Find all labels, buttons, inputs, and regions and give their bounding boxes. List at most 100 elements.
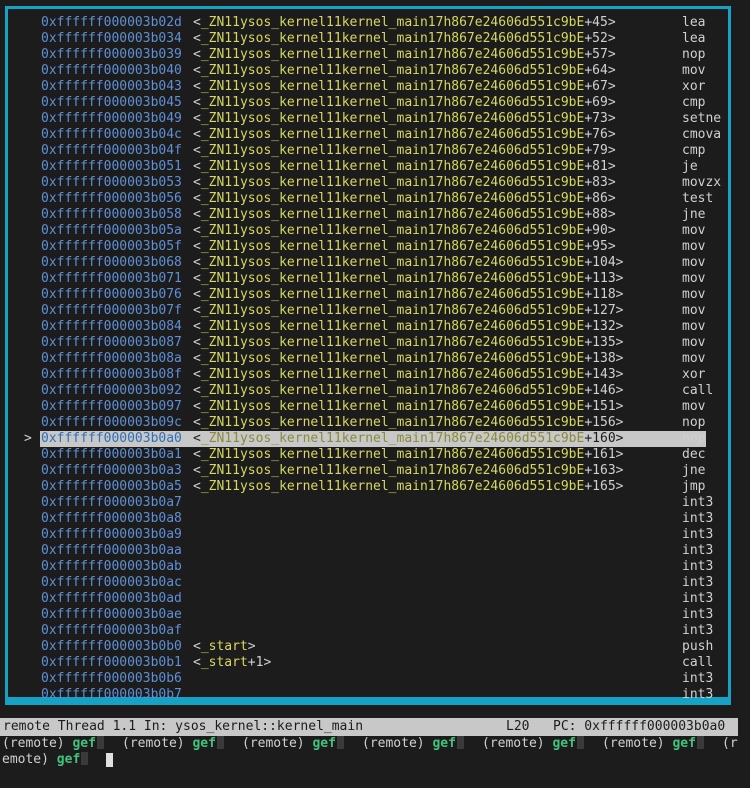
asm-line[interactable]: 0xffffff000003b097 <_ZN11ysos_kernel11ker… (0, 399, 750, 415)
asm-line[interactable]: 0xffffff000003b0ad int3 (0, 591, 750, 607)
asm-mnemonic: int3 (682, 575, 714, 590)
asm-symbol-offset: +104 (584, 255, 616, 270)
asm-line[interactable]: 0xffffff000003b056 <_ZN11ysos_kernel11ker… (0, 191, 750, 207)
asm-symbol: <_start+1> (193, 655, 272, 670)
asm-line[interactable]: 0xffffff000003b02d <_ZN11ysos_kernel11ker… (0, 15, 750, 31)
asm-mnemonic: int3 (682, 495, 714, 510)
asm-line[interactable]: 0xffffff000003b05a <_ZN11ysos_kernel11ker… (0, 223, 750, 239)
asm-symbol-name: _ZN11ysos_kernel11kernel_main17h867e2460… (200, 111, 585, 126)
asm-symbol: <_ZN11ysos_kernel11kernel_main17h867e246… (193, 111, 616, 126)
asm-line[interactable]: 0xffffff000003b0b6 int3 (0, 671, 750, 687)
asm-symbol-name: _start (200, 639, 248, 654)
asm-address: 0xffffff000003b053 (41, 175, 182, 190)
asm-symbol-offset: +135 (584, 335, 616, 350)
asm-line[interactable]: 0xffffff000003b0a1 <_ZN11ysos_kernel11ker… (0, 447, 750, 463)
asm-line[interactable]: 0xffffff000003b0b0 <_start> push (0, 639, 750, 655)
gef-prompt-name: gef (56, 752, 81, 767)
asm-symbol: <_ZN11ysos_kernel11kernel_main17h867e246… (193, 191, 616, 206)
asm-symbol-offset: +83 (584, 175, 608, 190)
command-line-row[interactable]: emote) gef (2, 752, 750, 768)
asm-line[interactable]: 0xffffff000003b05f <_ZN11ysos_kernel11ker… (0, 239, 750, 255)
gef-prompt: (remote) gef (2, 736, 104, 752)
asm-address: 0xffffff000003b039 (41, 47, 182, 62)
asm-line[interactable]: 0xffffff000003b0a7 int3 (0, 495, 750, 511)
asm-symbol-name: _ZN11ysos_kernel11kernel_main17h867e2460… (200, 159, 585, 174)
asm-line[interactable]: 0xffffff000003b053 <_ZN11ysos_kernel11ker… (0, 175, 750, 191)
gef-prompt-prefix: (remote) (482, 736, 553, 751)
asm-line[interactable]: 0xffffff000003b049 <_ZN11ysos_kernel11ker… (0, 111, 750, 127)
asm-line[interactable]: 0xffffff000003b071 <_ZN11ysos_kernel11ker… (0, 271, 750, 287)
asm-symbol-offset: +73 (584, 111, 608, 126)
asm-address: 0xffffff000003b092 (41, 383, 182, 398)
command-area[interactable]: (remote) gef (remote) gef (remote) gef (rem… (0, 736, 750, 788)
asm-line[interactable]: 0xffffff000003b08a <_ZN11ysos_kernel11ker… (0, 351, 750, 367)
asm-line[interactable]: 0xffffff000003b08f <_ZN11ysos_kernel11ker… (0, 367, 750, 383)
asm-line[interactable]: 0xffffff000003b0a9 int3 (0, 527, 750, 543)
asm-address: 0xffffff000003b076 (41, 287, 182, 302)
asm-line[interactable]: 0xffffff000003b0aa int3 (0, 543, 750, 559)
asm-line[interactable]: 0xffffff000003b0ab int3 (0, 559, 750, 575)
asm-line[interactable]: 0xffffff000003b0ac int3 (0, 575, 750, 591)
asm-mnemonic: cmova (682, 127, 722, 142)
asm-symbol-name: _ZN11ysos_kernel11kernel_main17h867e2460… (200, 207, 585, 222)
asm-line[interactable]: 0xffffff000003b07f <_ZN11ysos_kernel11ker… (0, 303, 750, 319)
asm-symbol-name: _ZN11ysos_kernel11kernel_main17h867e2460… (200, 479, 585, 494)
asm-lines[interactable]: 0xffffff000003b02d <_ZN11ysos_kernel11ker… (0, 15, 750, 703)
asm-line[interactable]: 0xffffff000003b0ae int3 (0, 607, 750, 623)
asm-mnemonic: je (682, 159, 698, 174)
asm-line[interactable]: 0xffffff000003b0b1 <_start+1> call (0, 655, 750, 671)
asm-line[interactable]: 0xffffff000003b084 <_ZN11ysos_kernel11ker… (0, 319, 750, 335)
asm-symbol: <_start> (193, 639, 256, 654)
asm-symbol: <_ZN11ysos_kernel11kernel_main17h867e246… (193, 303, 624, 318)
gef-prompt-name: gef (552, 736, 576, 751)
asm-line[interactable]: 0xffffff000003b0af int3 (0, 623, 750, 639)
asm-mnemonic: mov (682, 399, 706, 414)
gef-prompt-prefix: (remote) (2, 736, 73, 751)
asm-line[interactable]: 0xffffff000003b039 <_ZN11ysos_kernel11ker… (0, 47, 750, 63)
asm-line[interactable]: 0xffffff000003b0a3 <_ZN11ysos_kernel11ker… (0, 463, 750, 479)
asm-address: 0xffffff000003b07f (41, 303, 182, 318)
asm-line[interactable]: 0xffffff000003b068 <_ZN11ysos_kernel11ker… (0, 255, 750, 271)
asm-symbol-offset: +165 (584, 479, 616, 494)
asm-line[interactable]: 0xffffff000003b058 <_ZN11ysos_kernel11ker… (0, 207, 750, 223)
asm-symbol-name: _ZN11ysos_kernel11kernel_main17h867e2460… (200, 351, 585, 366)
asm-line[interactable]: 0xffffff000003b0a5 <_ZN11ysos_kernel11ker… (0, 479, 750, 495)
asm-address: 0xffffff000003b071 (41, 271, 182, 286)
asm-symbol-name: _ZN11ysos_kernel11kernel_main17h867e2460… (200, 15, 585, 30)
asm-symbol-name: _ZN11ysos_kernel11kernel_main17h867e2460… (200, 447, 585, 462)
asm-line[interactable]: 0xffffff000003b045 <_ZN11ysos_kernel11ker… (0, 95, 750, 111)
text-cursor[interactable] (106, 753, 113, 767)
asm-address: 0xffffff000003b056 (41, 191, 182, 206)
asm-line-current[interactable]: >0xffffff000003b0a0 <_ZN11ysos_kernel11ke… (0, 431, 750, 447)
asm-line[interactable]: 0xffffff000003b04f <_ZN11ysos_kernel11ker… (0, 143, 750, 159)
asm-address: 0xffffff000003b0a5 (41, 479, 182, 494)
asm-address: 0xffffff000003b0a8 (41, 511, 182, 526)
asm-symbol: <_ZN11ysos_kernel11kernel_main17h867e246… (193, 463, 624, 478)
asm-line[interactable]: 0xffffff000003b034 <_ZN11ysos_kernel11ker… (0, 31, 750, 47)
asm-symbol: <_ZN11ysos_kernel11kernel_main17h867e246… (193, 431, 624, 446)
asm-line[interactable]: 0xffffff000003b040 <_ZN11ysos_kernel11ker… (0, 63, 750, 79)
asm-mnemonic: int3 (682, 543, 714, 558)
asm-address: 0xffffff000003b0ae (41, 607, 182, 622)
asm-line[interactable]: 0xffffff000003b076 <_ZN11ysos_kernel11ker… (0, 287, 750, 303)
asm-line[interactable]: 0xffffff000003b0a8 int3 (0, 511, 750, 527)
asm-mnemonic: nop (682, 415, 706, 430)
asm-line[interactable]: 0xffffff000003b092 <_ZN11ysos_kernel11ker… (0, 383, 750, 399)
asm-mnemonic: mov (682, 303, 706, 318)
asm-line[interactable]: 0xffffff000003b051 <_ZN11ysos_kernel11ker… (0, 159, 750, 175)
asm-mnemonic: mov (682, 271, 706, 286)
asm-line[interactable]: 0xffffff000003b0b7 int3 (0, 687, 750, 703)
asm-symbol-name: _ZN11ysos_kernel11kernel_main17h867e2460… (200, 47, 585, 62)
asm-line[interactable]: 0xffffff000003b087 <_ZN11ysos_kernel11ker… (0, 335, 750, 351)
asm-line[interactable]: 0xffffff000003b09c <_ZN11ysos_kernel11ker… (0, 415, 750, 431)
asm-line[interactable]: 0xffffff000003b04c <_ZN11ysos_kernel11ker… (0, 127, 750, 143)
asm-line[interactable]: 0xffffff000003b043 <_ZN11ysos_kernel11ker… (0, 79, 750, 95)
asm-symbol-name: _ZN11ysos_kernel11kernel_main17h867e2460… (200, 319, 585, 334)
asm-symbol: <_ZN11ysos_kernel11kernel_main17h867e246… (193, 223, 616, 238)
gef-prompt-wrapped: (r (722, 736, 738, 751)
asm-symbol-name: _ZN11ysos_kernel11kernel_main17h867e2460… (200, 175, 585, 190)
asm-symbol-name: _ZN11ysos_kernel11kernel_main17h867e2460… (200, 399, 585, 414)
asm-address: 0xffffff000003b084 (41, 319, 182, 334)
gef-prompt-prefix: (remote) (602, 736, 673, 751)
asm-symbol: <_ZN11ysos_kernel11kernel_main17h867e246… (193, 31, 616, 46)
